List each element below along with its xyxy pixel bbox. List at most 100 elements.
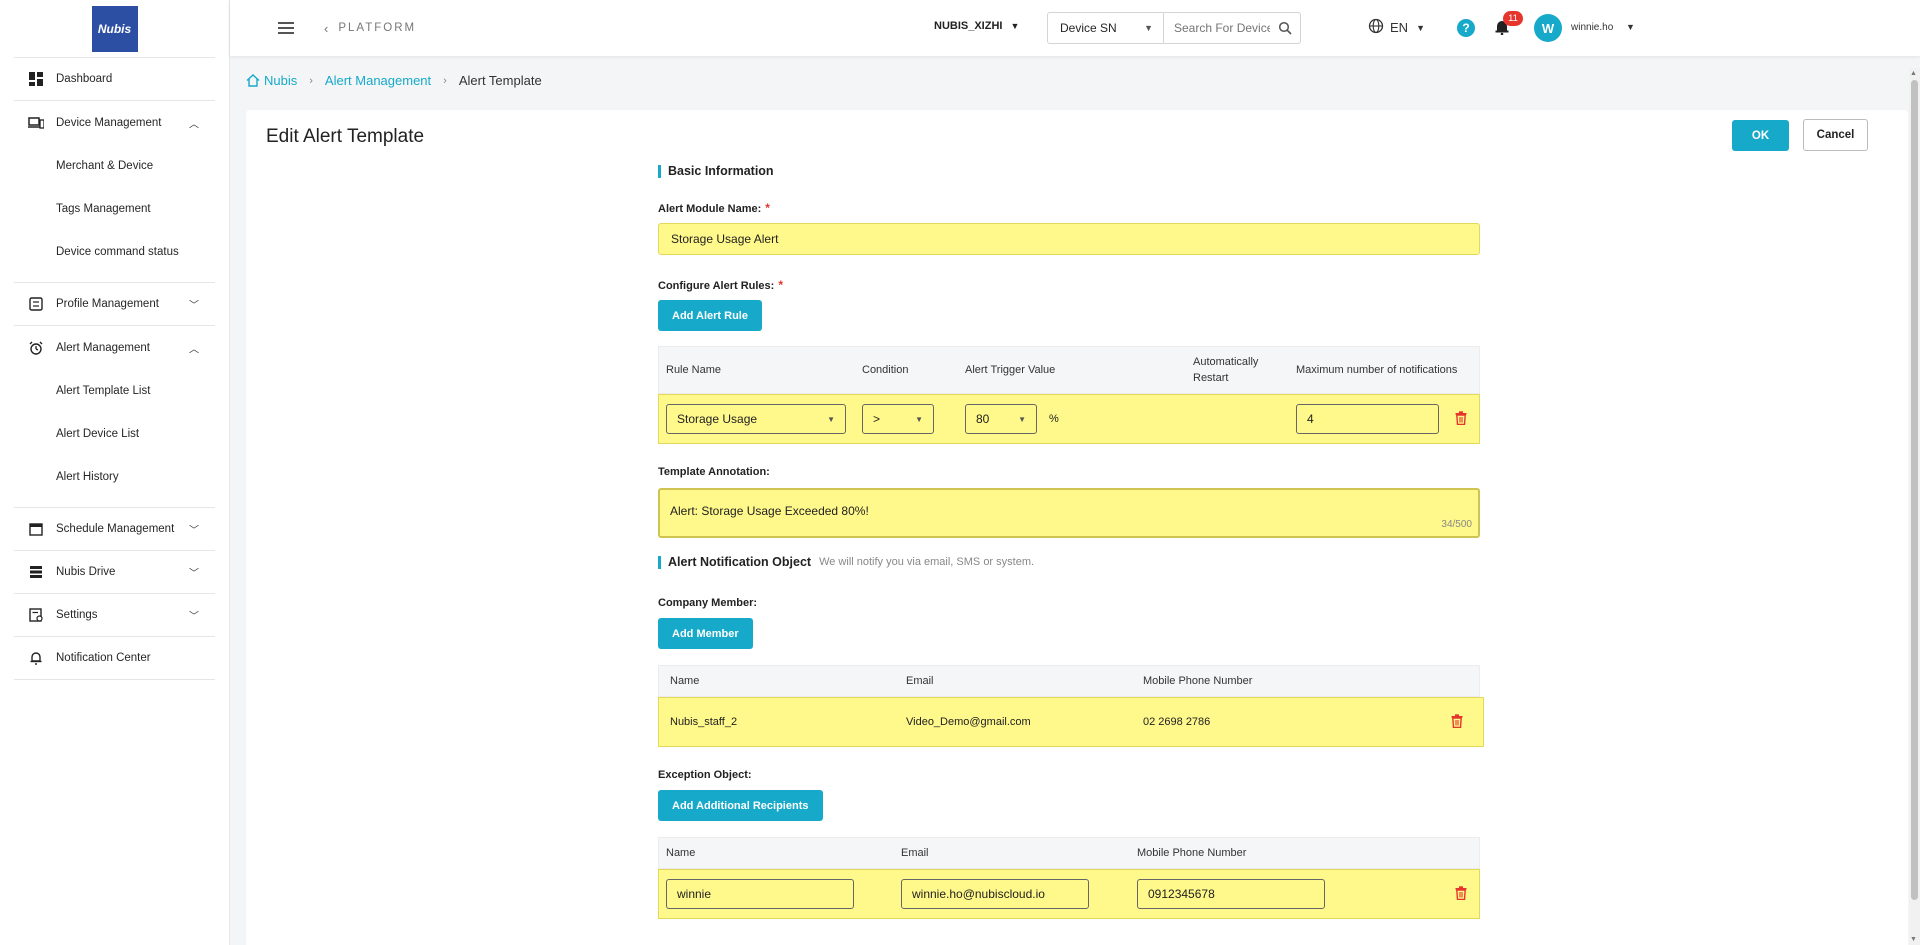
caret-down-icon: ▼: [915, 414, 923, 424]
required-marker: *: [765, 201, 770, 215]
sidebar-item-device-command-status[interactable]: Device command status: [14, 230, 215, 273]
section-title-notification: Alert Notification Object We will notify …: [658, 555, 1034, 569]
recipient-email-input[interactable]: winnie.ho@nubiscloud.io: [901, 879, 1089, 909]
sidebar-item-settings[interactable]: Settings ﹀: [14, 594, 215, 637]
edit-template-card: Edit Alert Template OK Cancel Basic Info…: [246, 110, 1908, 945]
chevron-left-icon[interactable]: ‹: [324, 21, 328, 36]
trash-icon[interactable]: [1451, 714, 1463, 731]
select-value: 80: [976, 412, 990, 426]
column-header-max-notifications: Maximum number of notifications: [1296, 364, 1458, 376]
sidebar-item-profile-management[interactable]: Profile Management ﹀: [14, 283, 215, 326]
sidebar-item-label: Device Management: [56, 116, 162, 129]
sidebar-item-alert-management[interactable]: Alert Management ︿: [14, 326, 215, 369]
add-additional-recipients-button[interactable]: Add Additional Recipients: [658, 790, 823, 821]
recipient-phone-input[interactable]: 0912345678: [1137, 879, 1325, 909]
sidebar-item-schedule-management[interactable]: Schedule Management ﹀: [14, 508, 215, 551]
page-title: Edit Alert Template: [266, 126, 425, 147]
column-header-condition: Condition: [862, 364, 909, 376]
column-header-auto-restart-2: Restart: [1193, 372, 1229, 384]
column-header-email: Email: [906, 675, 934, 687]
breadcrumb-home[interactable]: Nubis: [264, 73, 297, 88]
ok-button[interactable]: OK: [1732, 120, 1789, 151]
trigger-value-select[interactable]: 80 ▼: [965, 404, 1037, 434]
scrollbar-thumb[interactable]: [1911, 80, 1918, 900]
add-alert-rule-button[interactable]: Add Alert Rule: [658, 300, 762, 331]
avatar[interactable]: W: [1534, 14, 1562, 42]
column-header-phone: Mobile Phone Number: [1137, 847, 1247, 859]
alert-rule-row: Storage Usage ▼ > ▼ 80 ▼ % 4: [658, 394, 1480, 444]
exception-object-label: Exception Object:: [658, 769, 752, 781]
annotation-text: Alert: Storage Usage Exceeded 80%!: [670, 504, 869, 518]
vertical-scrollbar[interactable]: ▲ ▼: [1909, 68, 1920, 945]
members-table-header: Name Email Mobile Phone Number: [658, 665, 1480, 697]
devices-icon: [28, 115, 44, 131]
caret-down-icon: ▼: [827, 414, 835, 424]
dashboard-icon: [28, 71, 44, 87]
rule-name-select[interactable]: Storage Usage ▼: [666, 404, 846, 434]
sidebar-item-dashboard[interactable]: Dashboard: [14, 58, 215, 101]
search-icon[interactable]: [1270, 13, 1300, 43]
logo-area: Nubis: [14, 0, 215, 58]
sidebar-item-alert-device-list[interactable]: Alert Device List: [14, 412, 215, 455]
table-row: winnie winnie.ho@nubiscloud.io 091234567…: [658, 869, 1480, 919]
breadcrumb-alert-management[interactable]: Alert Management: [325, 73, 431, 88]
home-icon[interactable]: [246, 74, 260, 87]
section-title-text: Alert Notification Object: [668, 555, 812, 569]
trigger-unit: %: [1049, 413, 1059, 425]
org-selector[interactable]: NUBIS_XIZHI ▼: [934, 20, 1019, 32]
annotation-textarea[interactable]: Alert: Storage Usage Exceeded 80%! 34/50…: [658, 488, 1480, 538]
condition-select[interactable]: > ▼: [862, 404, 934, 434]
search-type-select[interactable]: Device SN ▼: [1048, 13, 1164, 43]
breadcrumb-current: Alert Template: [458, 73, 542, 88]
add-member-button[interactable]: Add Member: [658, 618, 753, 649]
scroll-up-icon[interactable]: ▲: [1910, 70, 1917, 77]
chevron-down-icon: ﹀: [189, 525, 199, 537]
trash-icon[interactable]: [1455, 411, 1467, 428]
alert-rules-table-header: Rule Name Condition Alert Trigger Value …: [658, 346, 1480, 394]
column-header-auto-restart: Automatically: [1193, 356, 1259, 368]
language-selector[interactable]: EN ▼: [1368, 18, 1425, 37]
member-phone: 02 2698 2786: [1143, 716, 1211, 728]
column-header-name: Name: [666, 847, 696, 859]
label-text: Configure Alert Rules:: [658, 280, 775, 292]
sidebar-item-tags-management[interactable]: Tags Management: [14, 187, 215, 230]
sidebar-item-device-management[interactable]: Device Management ︿: [14, 101, 215, 144]
cancel-button[interactable]: Cancel: [1803, 119, 1868, 151]
max-notifications-input[interactable]: 4: [1296, 404, 1439, 434]
search-input[interactable]: [1164, 13, 1270, 43]
section-title-text: Basic Information: [668, 164, 774, 178]
sidebar-item-notification-center[interactable]: Notification Center: [14, 637, 215, 680]
globe-icon: [1368, 18, 1384, 37]
sidebar-item-label: Schedule Management: [56, 523, 175, 535]
sidebar-item-nubis-drive[interactable]: Nubis Drive ﹀: [14, 551, 215, 594]
nubis-logo[interactable]: Nubis: [91, 5, 138, 52]
recipient-name-input[interactable]: winnie: [666, 879, 854, 909]
scroll-down-icon[interactable]: ▼: [1910, 936, 1917, 943]
device-search: Device SN ▼: [1047, 12, 1301, 44]
menu-toggle-icon[interactable]: [278, 22, 294, 34]
sidebar-item-merchant-device[interactable]: Merchant & Device: [14, 144, 215, 187]
username[interactable]: winnie.ho: [1571, 22, 1613, 33]
section-hint: We will notify you via email, SMS or sys…: [819, 556, 1035, 568]
recipients-table-header: Name Email Mobile Phone Number: [658, 837, 1480, 869]
sidebar-item-label: Dashboard: [56, 73, 113, 85]
sidebar: Nubis Dashboard Device Management ︿ Merc…: [0, 0, 230, 945]
platform-label: PLATFORM: [338, 22, 417, 34]
sidebar-item-alert-template-list[interactable]: Alert Template List: [14, 369, 215, 412]
caret-down-icon: ▼: [1144, 23, 1153, 33]
chevron-right-icon: ›: [443, 74, 447, 87]
column-header-name: Name: [670, 675, 700, 687]
member-email: Video_Demo@gmail.com: [906, 716, 1031, 728]
caret-down-icon[interactable]: ▼: [1626, 22, 1635, 32]
column-header-trigger-value: Alert Trigger Value: [965, 364, 1056, 376]
caret-down-icon: ▼: [1416, 22, 1425, 33]
help-icon[interactable]: ?: [1457, 19, 1475, 37]
label-text: Alert Module Name:: [658, 203, 762, 215]
chevron-up-icon: ︿: [189, 119, 199, 130]
module-name-input[interactable]: Storage Usage Alert: [658, 223, 1480, 255]
company-member-label: Company Member:: [658, 597, 758, 609]
sidebar-item-alert-history[interactable]: Alert History: [14, 455, 215, 498]
trash-icon[interactable]: [1455, 886, 1467, 903]
sidebar-item-label: Profile Management: [56, 298, 159, 310]
sidebar-item-label: Settings: [56, 609, 98, 621]
